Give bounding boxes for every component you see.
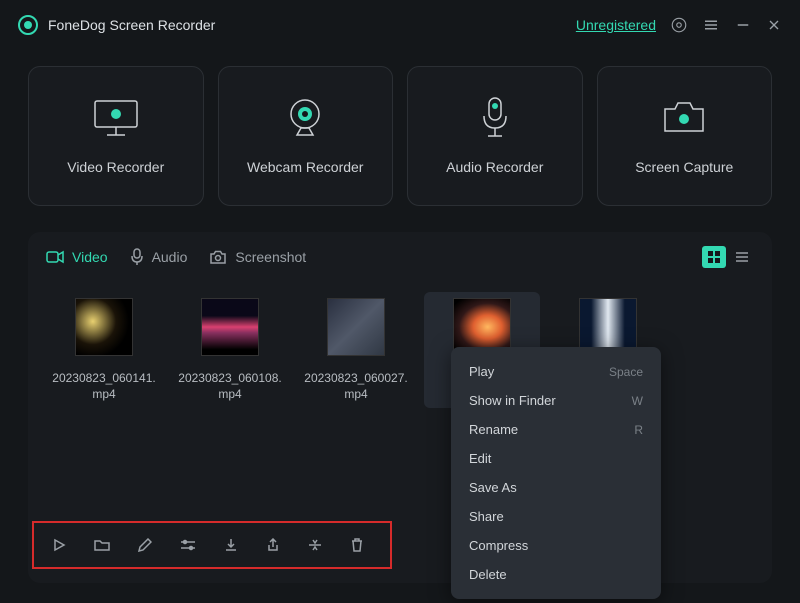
tab-label: Screenshot — [235, 249, 306, 265]
context-menu: Play Space Show in Finder W Rename R Edi… — [451, 347, 661, 599]
view-toggle — [702, 246, 754, 268]
share-icon[interactable] — [266, 538, 280, 552]
thumb-image — [75, 298, 133, 356]
mode-cards: Video Recorder Webcam Recorder Audio Rec… — [0, 50, 800, 222]
thumb-image — [327, 298, 385, 356]
thumb-label: 20230823_060141.mp4 — [50, 370, 158, 402]
menu-icon[interactable] — [702, 16, 720, 34]
menu-label: Show in Finder — [469, 393, 556, 408]
tab-video[interactable]: Video — [46, 249, 108, 265]
menu-shortcut: Space — [609, 365, 643, 379]
download-icon[interactable] — [224, 538, 238, 552]
tab-label: Video — [72, 249, 108, 265]
menu-save-as[interactable]: Save As — [451, 473, 661, 502]
tab-screenshot[interactable]: Screenshot — [209, 249, 306, 265]
mode-label: Webcam Recorder — [247, 159, 363, 175]
menu-label: Share — [469, 509, 504, 524]
menu-label: Compress — [469, 538, 528, 553]
thumb-label: 20230823_060108.mp4 — [176, 370, 284, 402]
mode-webcam-recorder[interactable]: Webcam Recorder — [218, 66, 394, 206]
menu-compress[interactable]: Compress — [451, 531, 661, 560]
menu-share[interactable]: Share — [451, 502, 661, 531]
folder-icon[interactable] — [94, 538, 110, 552]
mode-label: Audio Recorder — [446, 159, 543, 175]
menu-label: Edit — [469, 451, 491, 466]
app-title: FoneDog Screen Recorder — [48, 17, 215, 33]
microphone-icon — [479, 97, 511, 139]
mode-label: Screen Capture — [635, 159, 733, 175]
tab-label: Audio — [152, 249, 188, 265]
sliders-icon[interactable] — [180, 538, 196, 552]
close-icon[interactable] — [766, 17, 782, 33]
menu-label: Save As — [469, 480, 517, 495]
menu-label: Play — [469, 364, 494, 379]
trash-icon[interactable] — [350, 538, 364, 552]
mode-video-recorder[interactable]: Video Recorder — [28, 66, 204, 206]
thumb-item[interactable]: 20230823_060141.mp4 — [46, 292, 162, 408]
tabs: Video Audio Screenshot — [46, 248, 306, 266]
gear-icon[interactable] — [670, 16, 688, 34]
bottom-toolbar — [32, 521, 392, 569]
menu-label: Delete — [469, 567, 507, 582]
thumb-label: 20230823_060027.mp4 — [302, 370, 410, 402]
menu-delete[interactable]: Delete — [451, 560, 661, 589]
content-panel: Video Audio Screenshot 20230823_060141.m… — [28, 232, 772, 583]
tab-audio[interactable]: Audio — [130, 248, 188, 266]
grid-view-icon[interactable] — [702, 246, 726, 268]
unregistered-link[interactable]: Unregistered — [576, 17, 656, 33]
menu-show-in-finder[interactable]: Show in Finder W — [451, 386, 661, 415]
menu-shortcut: R — [634, 423, 643, 437]
webcam-icon — [284, 97, 326, 139]
thumb-item[interactable]: 20230823_060108.mp4 — [172, 292, 288, 408]
minimize-icon[interactable] — [734, 16, 752, 34]
menu-rename[interactable]: Rename R — [451, 415, 661, 444]
menu-label: Rename — [469, 422, 518, 437]
thumb-item[interactable]: 20230823_060027.mp4 — [298, 292, 414, 408]
title-left: FoneDog Screen Recorder — [18, 15, 215, 35]
title-bar: FoneDog Screen Recorder Unregistered — [0, 0, 800, 50]
title-right: Unregistered — [576, 16, 782, 34]
monitor-record-icon — [89, 97, 143, 139]
thumb-image — [201, 298, 259, 356]
mode-screen-capture[interactable]: Screen Capture — [597, 66, 773, 206]
list-view-icon[interactable] — [730, 246, 754, 268]
mode-label: Video Recorder — [67, 159, 164, 175]
menu-play[interactable]: Play Space — [451, 357, 661, 386]
menu-shortcut: W — [632, 394, 643, 408]
tabs-row: Video Audio Screenshot — [46, 246, 754, 282]
compress-icon[interactable] — [308, 538, 322, 552]
menu-edit[interactable]: Edit — [451, 444, 661, 473]
camera-icon — [659, 97, 709, 139]
mode-audio-recorder[interactable]: Audio Recorder — [407, 66, 583, 206]
app-logo-icon — [18, 15, 38, 35]
play-icon[interactable] — [52, 538, 66, 552]
edit-icon[interactable] — [138, 538, 152, 552]
